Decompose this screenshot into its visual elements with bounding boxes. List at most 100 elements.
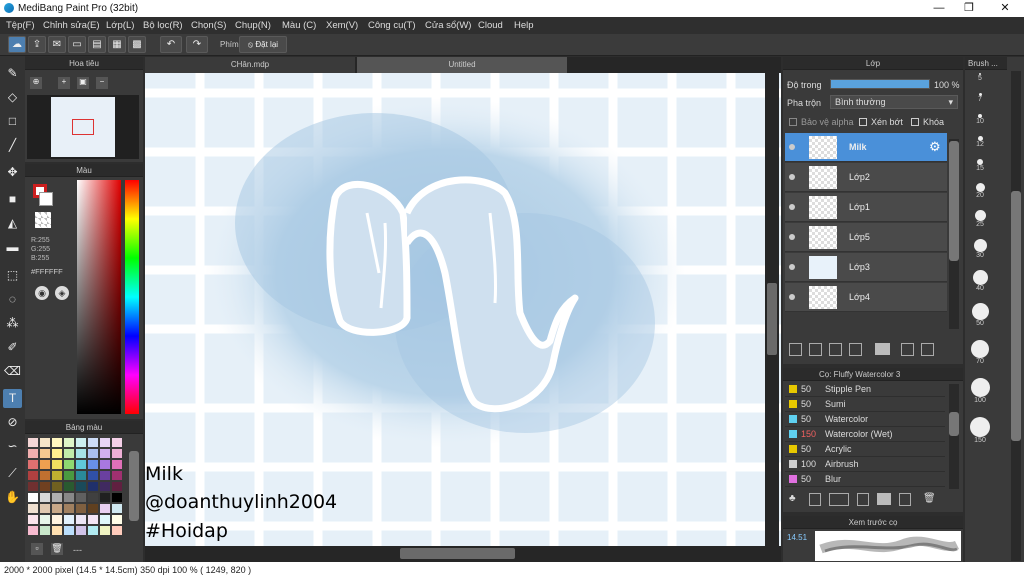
menu-edit[interactable]: Chỉnh sửa(E) [43,20,100,31]
palette-swatch[interactable] [28,526,38,535]
menu-cloud[interactable]: Cloud [478,20,503,31]
menu-window[interactable]: Cửa sổ(W) [425,20,471,31]
color-swap-icon[interactable]: ◈ [55,286,69,300]
palette-grid[interactable] [28,438,126,538]
brush-add-menu-icon[interactable] [829,493,849,506]
navigator-preview[interactable] [27,95,139,159]
clip-checkbox[interactable] [859,118,867,126]
visibility-icon[interactable] [789,294,795,300]
palette-swatch[interactable] [88,504,98,513]
palette-swatch[interactable] [112,515,122,524]
brush-row[interactable]: 50 Watercolor [785,412,945,427]
zoom-fit-icon[interactable]: ⊕ [30,77,42,89]
palette-swatch[interactable] [112,482,122,491]
horizontal-scroll-thumb[interactable] [400,548,515,559]
reset-button[interactable]: ⦸ Đặt lại [239,36,287,53]
menu-select[interactable]: Chọn(S) [191,20,226,31]
menu-filter[interactable]: Bộ lọc(R) [143,20,183,31]
palette-swatch[interactable] [64,493,74,502]
palette-swatch[interactable] [52,471,62,480]
undo-icon[interactable]: ↶ [160,36,182,53]
brush-row[interactable]: 100 Airbrush [785,457,945,472]
visibility-icon[interactable] [789,144,795,150]
palette-swatch[interactable] [88,482,98,491]
eraser-tool-icon[interactable]: ◇ [3,88,22,107]
palette-swatch[interactable] [52,438,62,447]
tab-chan-mdp[interactable]: CHân.mdp [145,57,355,73]
transparent-swatch[interactable] [35,212,51,228]
palette-swatch[interactable] [76,482,86,491]
menu-view[interactable]: Xem(V) [326,20,358,31]
palette-scrollbar[interactable] [129,451,139,521]
palette-swatch[interactable] [100,526,110,535]
zoom-out-icon[interactable]: − [96,77,108,89]
palette-icon[interactable]: ◉ [35,286,49,300]
brush-size-option[interactable]: 30 [965,239,995,259]
merge-layer-icon[interactable] [921,343,934,356]
brush-size-option[interactable]: 15 [965,159,995,172]
layer-row-lop4[interactable]: Lớp4 [785,283,947,312]
delete-palette-icon[interactable]: 🗑 [51,543,63,555]
layer-scrollbar[interactable] [949,139,959,329]
palette-swatch[interactable] [28,438,38,447]
palette-swatch[interactable] [100,504,110,513]
palette-swatch[interactable] [100,493,110,502]
visibility-icon[interactable] [789,264,795,270]
palette-swatch[interactable] [40,504,50,513]
brush-row[interactable]: 50 Stipple Pen [785,382,945,397]
visibility-icon[interactable] [789,234,795,240]
hand-tool-icon[interactable]: ✋ [3,488,22,507]
navigator-viewport[interactable] [72,119,94,135]
palette-swatch[interactable] [52,515,62,524]
gear-icon[interactable]: ⚙ [929,139,941,155]
palette-swatch[interactable] [76,504,86,513]
palette-swatch[interactable] [28,460,38,469]
magic-wand-icon[interactable]: ⁂ [3,314,22,333]
brush-size-option[interactable]: 50 [965,303,995,327]
palette-swatch[interactable] [76,449,86,458]
brush-size-option[interactable]: 10 [965,114,995,125]
palette-swatch[interactable] [76,438,86,447]
text-tool-icon[interactable]: T [3,389,22,408]
grid-icon[interactable]: ▦ [108,36,126,53]
new-layer-icon[interactable] [789,343,802,356]
restore-button[interactable]: ❐ [954,1,984,16]
palette-swatch[interactable] [40,438,50,447]
layer-add-menu-icon[interactable] [849,343,862,356]
cloud-icon[interactable]: ☁ [8,36,26,53]
new-brush-icon[interactable] [809,493,821,506]
minimize-button[interactable]: — [924,1,954,16]
palette-swatch[interactable] [88,460,98,469]
layer-row-lop3[interactable]: Lớp3 [785,253,947,282]
palette-swatch[interactable] [100,482,110,491]
gradient-tool-icon[interactable]: ▬ [3,238,22,257]
tiles-icon[interactable]: ▩ [128,36,146,53]
horizontal-scrollbar[interactable] [145,546,781,562]
brush-scrollbar[interactable] [949,384,959,489]
palette-swatch[interactable] [64,438,74,447]
rectangle-tool-icon[interactable]: □ [3,112,22,131]
brush-size-option[interactable]: 20 [965,183,995,199]
new-halftone-layer-icon[interactable] [809,343,822,356]
palette-swatch[interactable] [112,493,122,502]
palette-swatch[interactable] [100,515,110,524]
layer-row-lop5[interactable]: Lớp5 [785,223,947,252]
select-eraser-icon[interactable]: ⌫ [3,362,22,381]
divide-tool-icon[interactable]: ⊘ [3,413,22,432]
line-tool-icon[interactable]: ╱ [3,136,22,155]
protect-alpha-checkbox[interactable] [789,118,797,126]
move-tool-icon[interactable]: ✥ [3,163,22,182]
palette-swatch[interactable] [40,493,50,502]
palette-swatch[interactable] [40,482,50,491]
palette-swatch[interactable] [28,471,38,480]
menu-layer[interactable]: Lớp(L) [106,20,134,31]
palette-swatch[interactable] [76,526,86,535]
palette-swatch[interactable] [100,438,110,447]
smudge-tool-icon[interactable]: ∽ [3,437,22,456]
menu-capture[interactable]: Chụp(N) [235,20,271,31]
brush-size-option[interactable]: 12 [965,136,995,148]
brush-delete-icon[interactable]: 🗑 [923,493,936,504]
brush-size-scrollbar[interactable] [1011,71,1021,561]
brush-size-option[interactable]: 25 [965,210,995,228]
palette-swatch[interactable] [64,526,74,535]
